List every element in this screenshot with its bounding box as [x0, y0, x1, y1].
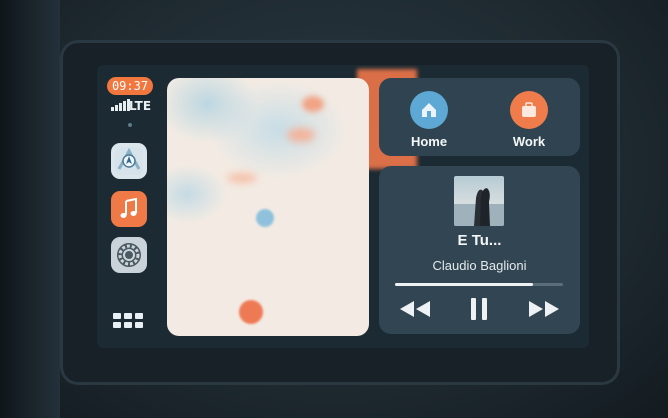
fast-forward-icon	[529, 301, 559, 317]
pause-button[interactable]	[459, 296, 499, 322]
signal-strength-icon	[111, 99, 130, 111]
track-title: E Tu...	[457, 232, 502, 249]
previous-track-button[interactable]	[395, 296, 435, 322]
maps-icon	[115, 147, 143, 175]
playback-progress-bar[interactable]	[395, 283, 563, 286]
status-time: 09:37	[107, 77, 153, 95]
work-label: Work	[512, 134, 546, 149]
carplay-dock: 09:37 LTE	[97, 65, 159, 348]
map-area	[287, 128, 315, 142]
playback-progress-fill	[395, 283, 533, 286]
map-view[interactable]	[167, 78, 369, 336]
map-area	[227, 173, 257, 183]
dock-app-settings[interactable]	[111, 237, 147, 273]
destinations-card: Home Work	[379, 78, 580, 156]
carplay-screen: 09:37 LTE Home Work E Tu... Claudio Bagl…	[97, 65, 589, 348]
page-indicator	[128, 123, 132, 127]
current-location-icon	[256, 209, 274, 227]
gear-icon	[117, 243, 141, 267]
dock-app-music[interactable]	[111, 191, 147, 227]
now-playing-card[interactable]: E Tu... Claudio Baglioni	[379, 166, 580, 334]
home-label: Home	[410, 134, 448, 149]
destination-pin-icon[interactable]	[239, 300, 263, 324]
playback-controls	[379, 296, 580, 322]
briefcase-icon	[510, 91, 548, 129]
music-note-icon	[120, 197, 137, 218]
network-type: LTE	[129, 99, 152, 113]
rewind-icon	[400, 301, 430, 317]
bezel-edge	[0, 0, 60, 418]
pause-icon	[471, 298, 487, 320]
map-area	[302, 96, 324, 112]
track-artist: Claudio Baglioni	[432, 258, 527, 273]
grid-icon[interactable]	[113, 313, 143, 328]
next-track-button[interactable]	[524, 296, 564, 322]
work-destination-button[interactable]: Work	[489, 91, 569, 149]
home-destination-button[interactable]: Home	[389, 91, 469, 149]
home-icon	[410, 91, 448, 129]
dock-app-maps[interactable]	[111, 143, 147, 179]
album-art	[454, 176, 504, 226]
